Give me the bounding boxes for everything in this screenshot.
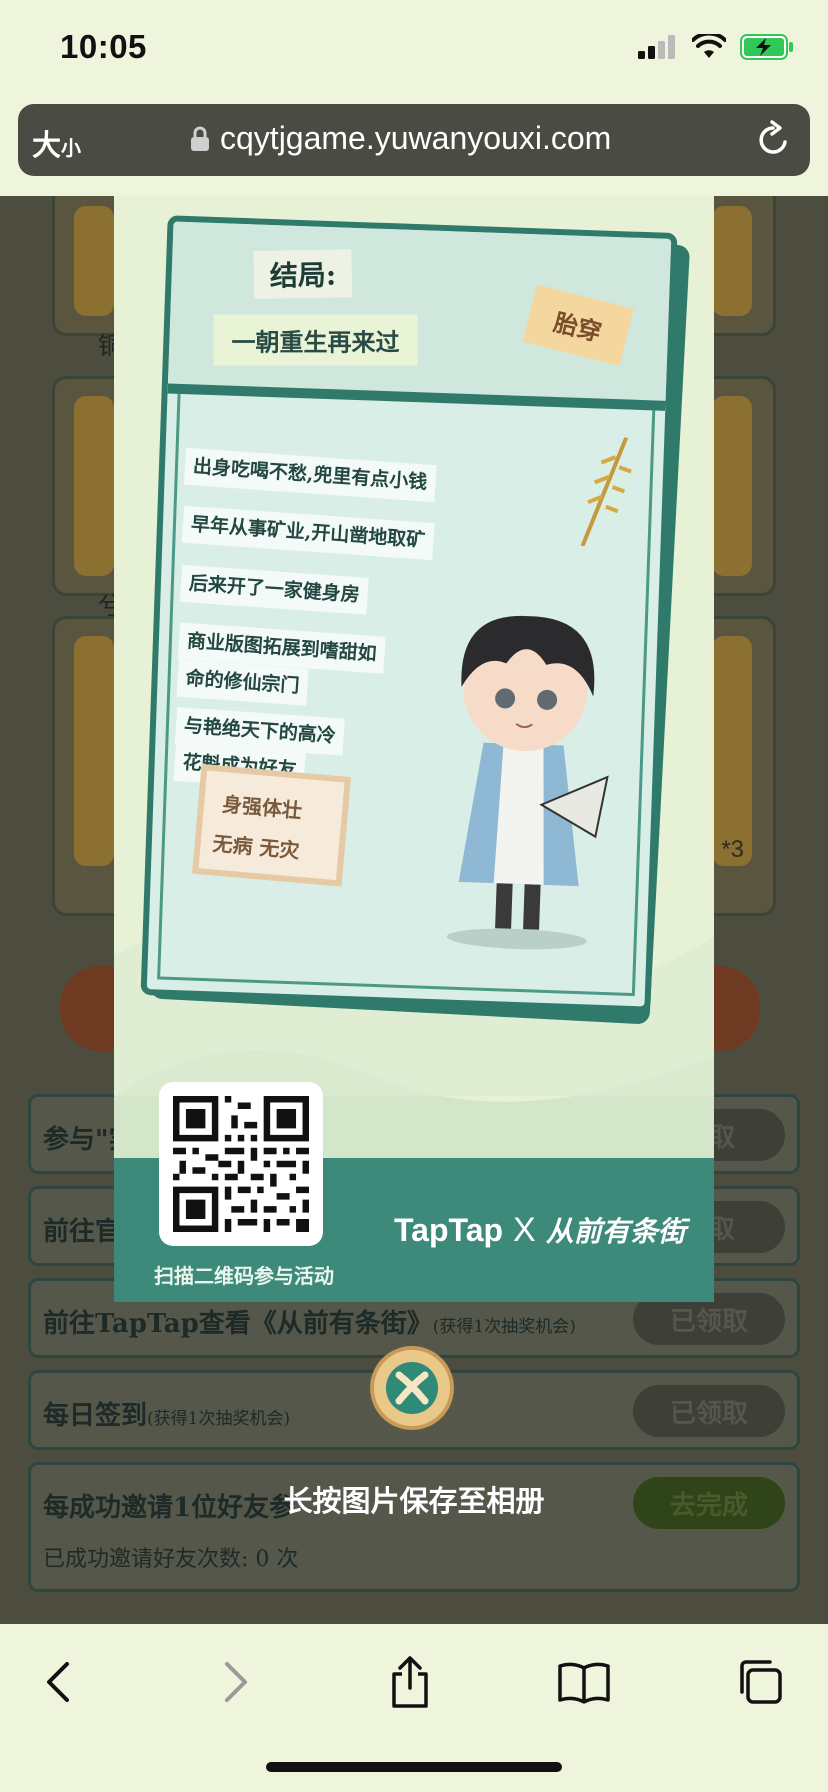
status-icons bbox=[638, 34, 794, 60]
save-hint: 长按图片保存至相册 bbox=[283, 1484, 545, 1518]
share-button[interactable] bbox=[380, 1652, 440, 1712]
lock-icon bbox=[191, 126, 209, 151]
qr-code-image bbox=[173, 1096, 309, 1232]
chevron-right-icon bbox=[225, 1662, 247, 1702]
task-label: 每日签到(获得1次抽奖机会) bbox=[43, 1395, 290, 1432]
task-button-claimed[interactable]: 已领取 bbox=[633, 1385, 785, 1437]
game-logo: 从前有条街 bbox=[545, 1215, 686, 1248]
status-time: 10:05 bbox=[60, 28, 147, 65]
text-size-label: 大 bbox=[32, 128, 62, 162]
close-button[interactable] bbox=[370, 1346, 454, 1430]
ending-card: 结局: 一朝重生再来过 胎穿 出身吃喝不愁,兜里有点小钱 早年从事矿业,开山凿地… bbox=[140, 215, 678, 1013]
back-button[interactable] bbox=[28, 1652, 88, 1712]
bg-gold-left-3 bbox=[74, 636, 114, 866]
bg-gold-right-3 bbox=[712, 636, 752, 866]
health-line-2: 无病 无灾 bbox=[211, 831, 301, 863]
battery-charging-icon bbox=[740, 34, 793, 60]
url-domain[interactable]: cqytjgame.yuwanyouxi.com bbox=[190, 120, 611, 157]
wifi-icon bbox=[692, 34, 726, 58]
chevron-left-icon bbox=[47, 1662, 69, 1702]
branch-decor bbox=[580, 436, 632, 547]
bg-gold-left-2 bbox=[74, 396, 114, 576]
task-label: 前往官 bbox=[43, 1217, 122, 1247]
task-note: (获得1次抽奖机会) bbox=[432, 1317, 576, 1337]
text-size-small: 小 bbox=[61, 136, 82, 160]
reload-icon[interactable] bbox=[754, 120, 792, 160]
bg-gold-left-1 bbox=[74, 206, 114, 316]
card-header: 结局: 一朝重生再来过 胎穿 bbox=[167, 221, 672, 411]
book-icon bbox=[558, 1662, 610, 1704]
forward-button[interactable] bbox=[206, 1652, 266, 1712]
health-stamp: 身强体壮 无病 无灾 bbox=[192, 764, 352, 887]
brand-x: X bbox=[513, 1210, 536, 1249]
bg-gold-right-1 bbox=[712, 206, 752, 316]
tabs-button[interactable] bbox=[730, 1652, 790, 1712]
bg-gold-right-2 bbox=[712, 396, 752, 576]
health-line-1: 身强体壮 bbox=[221, 791, 303, 823]
bookmarks-button[interactable] bbox=[554, 1652, 614, 1712]
task-title: 每日签到 bbox=[43, 1401, 148, 1431]
url-bar[interactable]: 大小 cqytjgame.yuwanyouxi.com bbox=[18, 104, 810, 176]
status-bar: 10:05 bbox=[0, 0, 828, 100]
poster-image[interactable]: 结局: 一朝重生再来过 胎穿 出身吃喝不愁,兜里有点小钱 早年从事矿业,开山凿地… bbox=[114, 196, 714, 1302]
bg-multiplier: *3 bbox=[721, 836, 744, 863]
domain-text: cqytjgame.yuwanyouxi.com bbox=[220, 120, 612, 156]
qr-code bbox=[159, 1082, 323, 1246]
task-note: (获得1次抽奖机会) bbox=[147, 1409, 291, 1429]
birth-tag: 胎穿 bbox=[522, 284, 634, 366]
brand-logo: TapTap X 从前有条街 bbox=[394, 1210, 686, 1250]
ending-title: 一朝重生再来过 bbox=[213, 314, 418, 366]
task-label: 前往TapTap查看《从前有条街》(获得1次抽奖机会) bbox=[43, 1303, 576, 1340]
tabs-icon bbox=[740, 1660, 782, 1704]
character-illustration bbox=[446, 615, 609, 950]
home-indicator bbox=[266, 1762, 562, 1772]
task-title: 前往TapTap查看《从前有条街》 bbox=[43, 1309, 433, 1339]
share-icon bbox=[392, 1656, 428, 1708]
qr-caption: 扫描二维码参与活动 bbox=[154, 1264, 334, 1288]
close-icon bbox=[386, 1362, 438, 1414]
ending-label: 结局: bbox=[253, 249, 353, 299]
taptap-logo: TapTap bbox=[394, 1211, 504, 1248]
cellular-signal-icon bbox=[638, 35, 675, 59]
invite-count: 已成功邀请好友次数: 0 次 bbox=[43, 1547, 299, 1572]
text-size-button[interactable]: 大小 bbox=[32, 122, 81, 164]
